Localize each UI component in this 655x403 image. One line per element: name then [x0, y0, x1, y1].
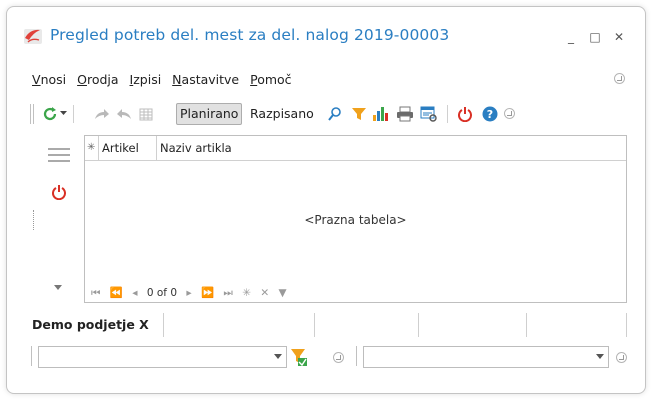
menu-expand-icon[interactable] [614, 73, 625, 84]
nav-next-page-icon[interactable]: ⏩ [201, 287, 214, 299]
hamburger-icon[interactable] [47, 147, 71, 163]
nav-prev-icon[interactable]: ◂ [132, 287, 137, 299]
chart-icon[interactable] [372, 106, 390, 122]
menu-nastavitve[interactable]: Nastavitve [172, 72, 239, 87]
menu-bar: Vnosi Orodja Izpisi Nastavitve Pomoč [32, 72, 299, 87]
close-button[interactable]: ✕ [612, 30, 626, 44]
filter-bar-grip[interactable] [31, 346, 32, 366]
secondary-select[interactable] [363, 346, 609, 368]
refresh-icon[interactable] [42, 106, 58, 122]
refresh-dropdown-icon[interactable] [60, 111, 67, 117]
row-indicator-icon: ✳ [85, 136, 99, 160]
toolbar-grip[interactable] [30, 104, 31, 124]
planirano-button[interactable]: Planirano [176, 103, 243, 125]
menu-pomoc[interactable]: Pomoč [250, 72, 291, 87]
menu-orodja[interactable]: Orodja [77, 72, 118, 87]
secondary-select-chevron-icon[interactable] [596, 354, 604, 359]
splitter-handle[interactable] [33, 210, 35, 230]
minimize-button[interactable]: _ [564, 30, 578, 44]
toolbar-expand-icon[interactable] [504, 108, 515, 119]
menu-izpisi[interactable]: Izpisi [130, 72, 162, 87]
nav-append-icon[interactable]: ✳ [242, 287, 251, 299]
toolbar: Planirano Razpisano ? [30, 103, 570, 125]
help-icon[interactable]: ? [482, 106, 498, 122]
back-icon[interactable] [116, 107, 132, 121]
record-count: 0 of 0 [146, 287, 178, 299]
status-strip: Demo podjetje X [30, 313, 627, 337]
nav-last-icon[interactable]: ⏭ [223, 287, 232, 299]
nav-prev-page-icon[interactable]: ⏪ [110, 287, 123, 299]
filter-apply-icon[interactable] [290, 347, 308, 367]
forward-icon[interactable] [94, 107, 110, 121]
side-dropdown-icon[interactable] [54, 285, 62, 291]
company-label: Demo podjetje X [32, 317, 149, 332]
filter-expand-icon[interactable] [333, 352, 344, 363]
razpisano-button[interactable]: Razpisano [250, 103, 314, 125]
menu-vnosi[interactable]: Vnosi [32, 72, 66, 87]
print-icon[interactable] [396, 106, 414, 122]
data-grid: ✳ Artikel Naziv artikla <Prazna tabela> … [84, 135, 627, 303]
side-power-icon[interactable] [51, 184, 67, 200]
toolbar-grip-2 [33, 104, 34, 124]
grid-icon[interactable] [138, 106, 154, 122]
export-icon[interactable] [420, 106, 438, 122]
nav-cancel-icon[interactable]: ✕ [260, 287, 269, 299]
column-header-artikel[interactable]: Artikel [99, 136, 157, 160]
power-icon[interactable] [457, 106, 473, 122]
company-select[interactable] [38, 346, 287, 368]
column-header-naziv[interactable]: Naziv artikla [157, 136, 626, 160]
filter-icon[interactable] [351, 106, 367, 122]
app-logo-icon [24, 29, 42, 44]
empty-table-text: <Prazna tabela> [304, 213, 407, 227]
nav-filter-icon[interactable]: ▼ [279, 287, 287, 299]
nav-first-icon[interactable]: ⏮ [91, 287, 100, 299]
grid-header: ✳ Artikel Naziv artikla [85, 136, 626, 161]
maximize-button[interactable]: □ [588, 30, 602, 44]
window-title: Pregled potreb del. mest za del. nalog 2… [50, 26, 450, 44]
search-icon[interactable] [327, 106, 343, 122]
nav-next-icon[interactable]: ▸ [186, 287, 191, 299]
record-navigator: ⏮ ⏪ ◂ 0 of 0 ▸ ⏩ ⏭ ✳ ✕ ▼ [91, 286, 293, 300]
second-bar-grip[interactable] [356, 346, 357, 366]
svg-text:?: ? [487, 108, 493, 121]
secondary-expand-icon[interactable] [616, 352, 627, 363]
company-select-chevron-icon[interactable] [274, 354, 282, 359]
